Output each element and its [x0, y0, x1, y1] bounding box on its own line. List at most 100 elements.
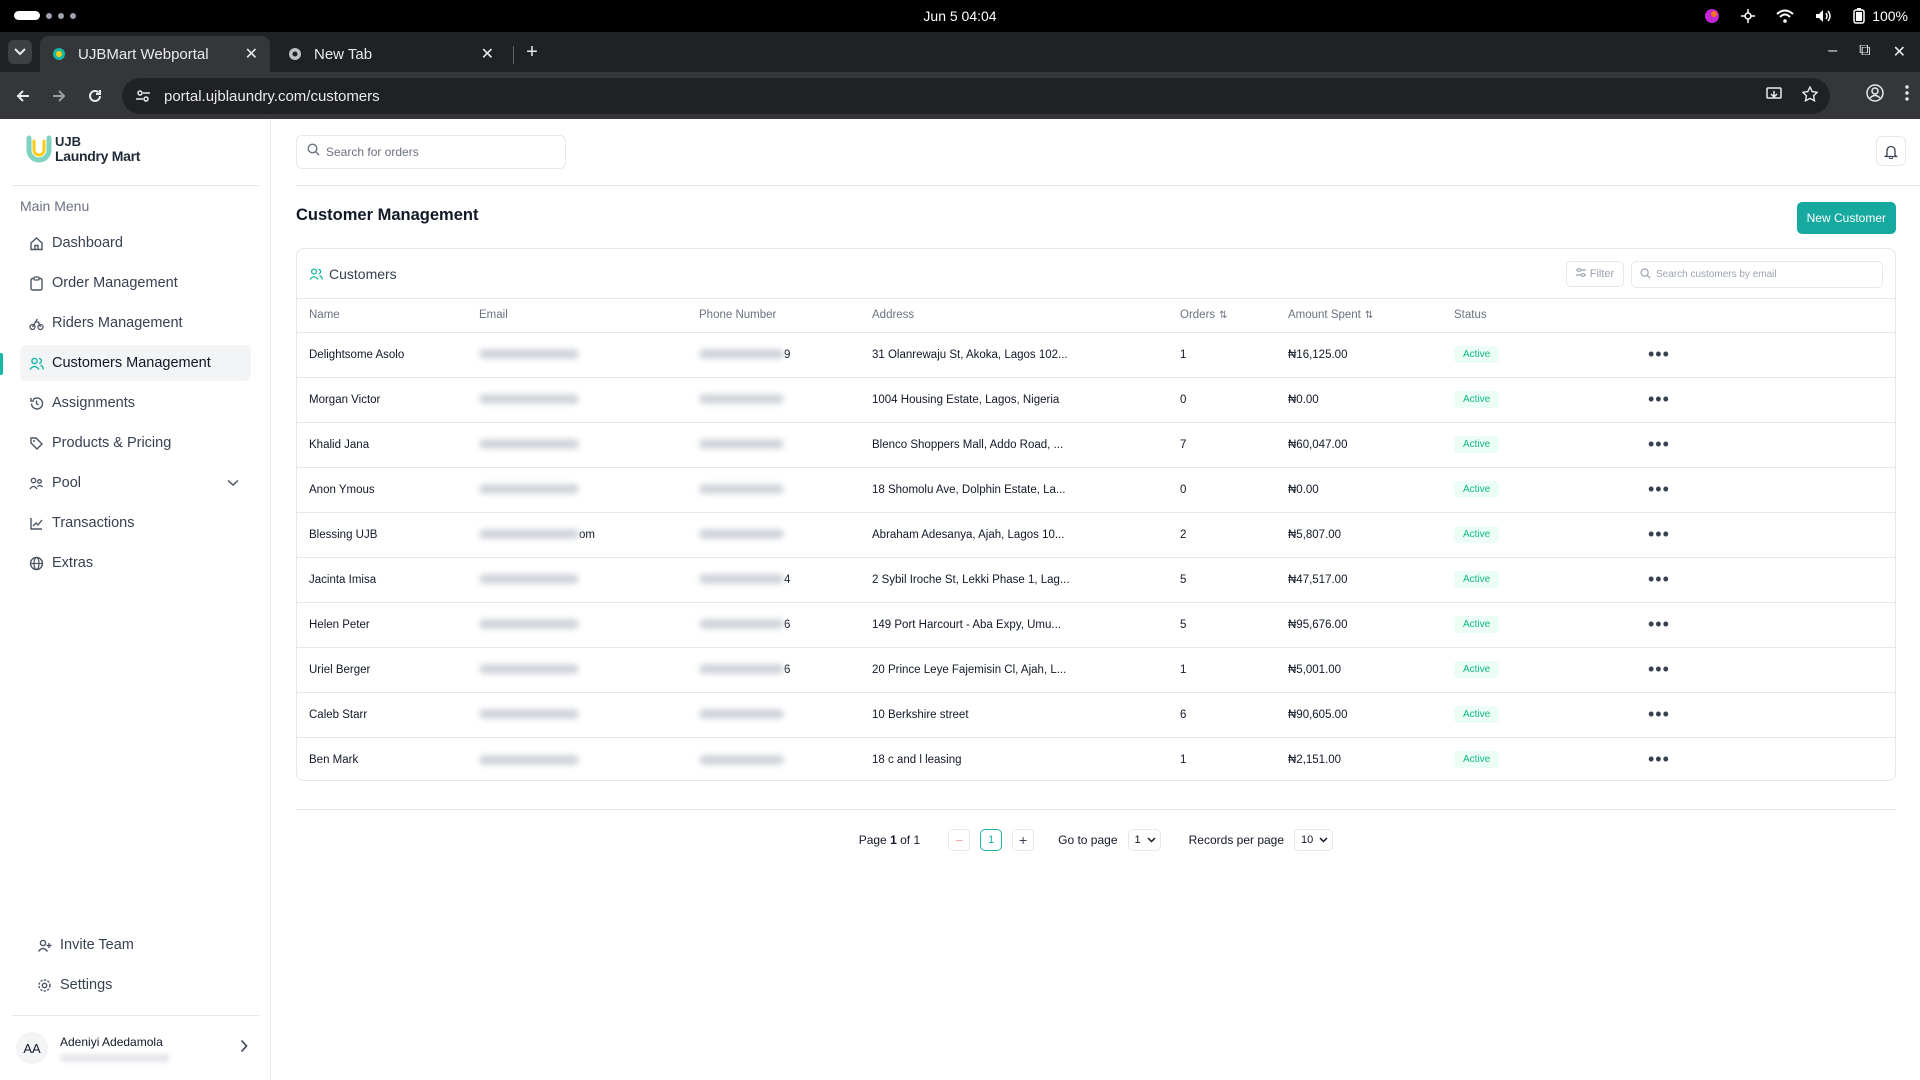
- customer-phone: [687, 692, 860, 738]
- column-header-status[interactable]: Status: [1442, 299, 1550, 333]
- install-app-icon[interactable]: [1766, 86, 1784, 107]
- redacted-email: [479, 484, 579, 495]
- chevron-right-icon[interactable]: [240, 1039, 248, 1058]
- os-clock[interactable]: Jun 5 04:04: [0, 8, 1920, 24]
- notifications-button[interactable]: [1876, 136, 1906, 166]
- forward-button[interactable]: [48, 85, 70, 107]
- more-options-icon[interactable]: •••: [1648, 389, 1670, 409]
- close-tab-icon[interactable]: ✕: [481, 44, 494, 64]
- close-window-icon[interactable]: ✕: [1893, 42, 1906, 62]
- customer-email: [467, 647, 687, 693]
- actions-cell: •••: [1550, 467, 1895, 513]
- site-favicon-icon: [52, 47, 66, 61]
- sidebar-item-riders-management[interactable]: Riders Management: [20, 305, 251, 341]
- profile-icon[interactable]: [1866, 84, 1884, 107]
- sidebar-item-invite-team[interactable]: Invite Team: [28, 927, 248, 963]
- battery-icon[interactable]: [1852, 8, 1866, 24]
- more-options-icon[interactable]: •••: [1648, 614, 1670, 634]
- reload-button[interactable]: [84, 85, 106, 107]
- sidebar-item-extras[interactable]: Extras: [20, 545, 251, 581]
- customer-amount: ₦47,517.00: [1276, 557, 1442, 603]
- status-cell: Active: [1442, 647, 1550, 693]
- os-top-bar: Jun 5 04:04 100%: [0, 0, 1920, 32]
- email-search-input[interactable]: [1656, 269, 1876, 280]
- next-page-button[interactable]: +: [1012, 829, 1035, 851]
- sidebar-item-assignments[interactable]: Assignments: [20, 385, 251, 421]
- minimize-icon[interactable]: –: [1828, 42, 1837, 62]
- sort-icon[interactable]: ⇅: [1219, 310, 1227, 321]
- os-tray[interactable]: 100%: [1704, 6, 1908, 26]
- wifi-icon[interactable]: [1776, 9, 1794, 23]
- column-header-orders[interactable]: Orders ⇅: [1168, 299, 1276, 333]
- status-cell: Active: [1442, 467, 1550, 513]
- current-page-button[interactable]: 1: [980, 829, 1003, 851]
- customer-email: [467, 467, 687, 513]
- filter-button[interactable]: Filter: [1566, 261, 1624, 287]
- table-row[interactable]: Ben Mark 18 c and l leasing 1 ₦2,151.00 Acti…: [297, 737, 1895, 780]
- site-info-icon[interactable]: [132, 85, 154, 107]
- more-options-icon[interactable]: •••: [1648, 704, 1670, 724]
- more-options-icon[interactable]: •••: [1648, 569, 1670, 589]
- brand-logo[interactable]: UJB Laundry Mart: [26, 135, 140, 163]
- column-header-amount[interactable]: Amount Spent ⇅: [1276, 299, 1442, 333]
- sidebar-item-transactions[interactable]: Transactions: [20, 505, 251, 541]
- logo-mark-icon: [26, 135, 52, 163]
- user-profile[interactable]: AA Adeniyi Adedamola: [16, 1027, 256, 1069]
- bookmark-star-icon[interactable]: [1801, 85, 1819, 107]
- more-options-icon[interactable]: •••: [1648, 749, 1670, 769]
- more-options-icon[interactable]: •••: [1648, 434, 1670, 454]
- close-tab-icon[interactable]: ✕: [245, 44, 258, 64]
- chevron-down-icon[interactable]: [227, 475, 239, 491]
- sidebar-item-order-management[interactable]: Order Management: [20, 265, 251, 301]
- order-search[interactable]: [296, 135, 566, 169]
- table-row[interactable]: Uriel Berger 6 20 Prince Leye Fajemisin Cl…: [297, 647, 1895, 693]
- more-options-icon[interactable]: •••: [1648, 659, 1670, 679]
- more-options-icon[interactable]: •••: [1648, 479, 1670, 499]
- records-per-page-select[interactable]: 10: [1294, 829, 1334, 851]
- table-row[interactable]: Morgan Victor 1004 Housing Estate, Lagos,…: [297, 377, 1895, 423]
- more-options-icon[interactable]: •••: [1648, 344, 1670, 364]
- tab-new-tab[interactable]: New Tab ✕: [276, 36, 506, 72]
- tab-title: UJBMart Webportal: [78, 45, 209, 63]
- sidebar-item-products-pricing[interactable]: Products & Pricing: [20, 425, 251, 461]
- restore-icon[interactable]: ⧉: [1859, 42, 1870, 62]
- table-row[interactable]: Delightsome Asolo 9 31 Olanrewaju St, Akok…: [297, 332, 1895, 378]
- table-row[interactable]: Khalid Jana Blenco Shoppers Mall, Addo Ro…: [297, 422, 1895, 468]
- sort-icon[interactable]: ⇅: [1365, 310, 1373, 321]
- column-header-phone[interactable]: Phone Number: [687, 299, 860, 333]
- url-text[interactable]: portal.ujblaundry.com/customers: [164, 88, 380, 105]
- goto-page-select[interactable]: 1: [1127, 829, 1161, 851]
- back-button[interactable]: [12, 85, 34, 107]
- new-customer-button[interactable]: New Customer: [1796, 202, 1896, 234]
- volume-icon[interactable]: [1814, 8, 1832, 24]
- previous-page-button[interactable]: −: [948, 829, 971, 851]
- column-header-name[interactable]: Name: [297, 299, 467, 333]
- search-input[interactable]: [326, 145, 556, 159]
- column-header-email[interactable]: Email: [467, 299, 687, 333]
- table-row[interactable]: Blessing UJB om Abraham Adesanya, Ajah, La…: [297, 512, 1895, 558]
- customer-email: om: [467, 512, 687, 558]
- customer-email-search[interactable]: [1631, 261, 1883, 288]
- tab-search-button[interactable]: [8, 40, 32, 64]
- sidebar-item-dashboard[interactable]: Dashboard: [20, 225, 251, 261]
- address-bar[interactable]: portal.ujblaundry.com/customers: [122, 78, 1830, 114]
- tab-ujbmart[interactable]: UJBMart Webportal ✕: [40, 36, 270, 72]
- app-indicator-icon[interactable]: [1704, 8, 1720, 24]
- table-row[interactable]: Caleb Starr 10 Berkshire street 6 ₦90,605.0…: [297, 692, 1895, 738]
- table-row[interactable]: Anon Ymous 18 Shomolu Ave, Dolphin Estate…: [297, 467, 1895, 513]
- tray-app-icon[interactable]: [1740, 8, 1756, 24]
- redacted-phone: [699, 529, 784, 540]
- sidebar-item-settings[interactable]: Settings: [28, 967, 248, 1003]
- clipboard-icon: [28, 275, 44, 291]
- more-options-icon[interactable]: •••: [1648, 524, 1670, 544]
- new-tab-button[interactable]: +: [520, 40, 544, 64]
- sidebar-item-customers-management[interactable]: Customers Management: [20, 345, 251, 381]
- column-header-address[interactable]: Address: [860, 299, 1168, 333]
- column-label: Amount Spent: [1288, 309, 1361, 322]
- kebab-menu-icon[interactable]: [1904, 84, 1910, 107]
- table-row[interactable]: Jacinta Imisa 4 2 Sybil Iroche St, Lekki P…: [297, 557, 1895, 603]
- customer-orders: 5: [1168, 602, 1276, 648]
- table-row[interactable]: Helen Peter 6 149 Port Harcourt - Aba Expy…: [297, 602, 1895, 648]
- goto-page-value: 1: [1134, 834, 1141, 846]
- sidebar-item-pool[interactable]: Pool: [20, 465, 251, 501]
